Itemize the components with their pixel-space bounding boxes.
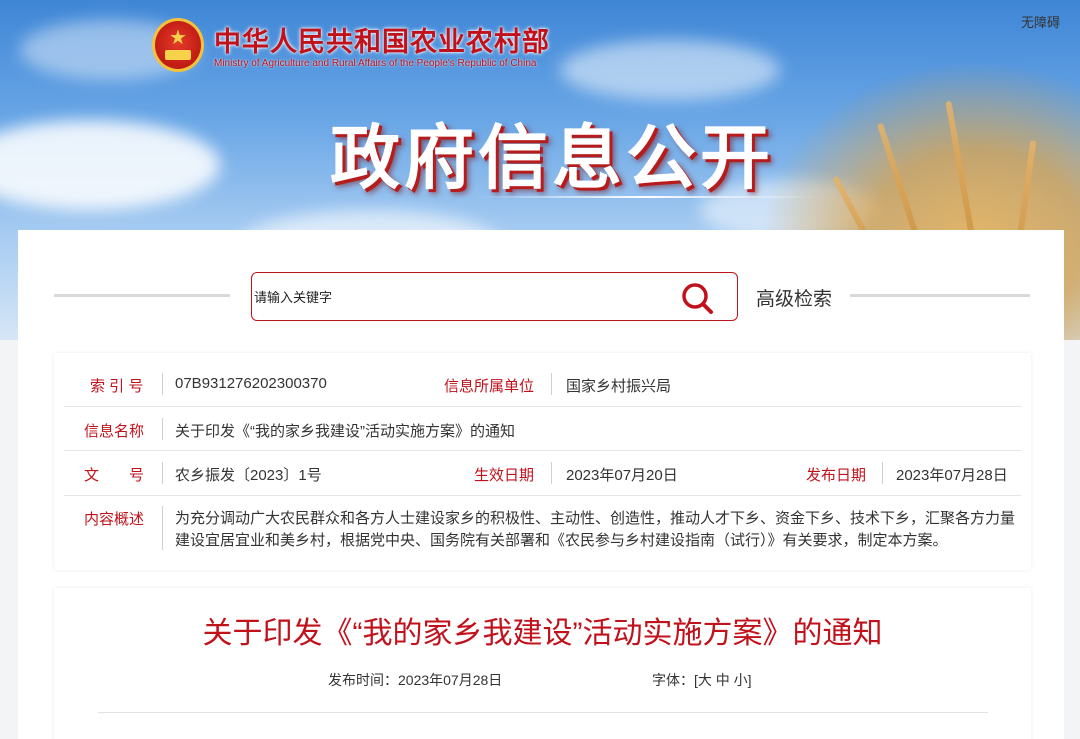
font-size-medium-button[interactable]: 中 [716, 672, 730, 688]
row-separator [64, 495, 1021, 496]
ministry-name-en[interactable]: Ministry of Agriculture and Rural Affair… [214, 58, 536, 69]
name-label: 信息名称 [84, 423, 145, 440]
article-divider [98, 712, 988, 713]
search-input[interactable] [254, 285, 654, 309]
font-size-large-button[interactable]: 大 [698, 672, 712, 688]
national-emblem-icon: ★ [152, 18, 204, 72]
column-divider [162, 462, 163, 484]
info-table: 索 引 号 07B931276202300370 信息所属单位 国家乡村振兴局 … [54, 353, 1031, 570]
column-divider [162, 373, 163, 395]
publish-time: 发布时间：2023年07月28日 [328, 670, 502, 690]
summary-value: 为充分调动广大农民群众和各方人士建设家乡的积极性、主动性、创造性，推动人才下乡、… [175, 510, 1016, 549]
publish-time-value: 2023年07月28日 [398, 672, 503, 688]
search-icon[interactable] [680, 281, 714, 315]
row-separator [64, 450, 1021, 451]
index-value: 07B931276202300370 [175, 375, 327, 392]
row-separator [64, 406, 1021, 407]
cloud-decoration [0, 120, 220, 210]
name-value: 关于印发《“我的家乡我建设”活动实施方案》的通知 [175, 423, 515, 440]
publish-time-label: 发布时间： [328, 672, 398, 688]
font-size-small-button[interactable]: 小 [734, 672, 748, 688]
doc-number-value: 农乡振发〔2023〕1号 [175, 467, 322, 484]
accessibility-link[interactable]: 无障碍 [1021, 12, 1060, 31]
font-size-label: 字体： [652, 672, 694, 688]
column-divider [551, 462, 552, 484]
article-title: 关于印发《“我的家乡我建设”活动实施方案》的通知 [202, 617, 883, 650]
search-divider-left [54, 294, 230, 297]
hero-title: 政府信息公开 [330, 117, 774, 199]
search-divider-right [850, 294, 1030, 297]
ministry-name-cn[interactable]: 中华人民共和国农业农村部 [214, 20, 550, 59]
font-size-bracket-close: ] [747, 672, 752, 688]
column-divider [551, 373, 552, 395]
search-box [251, 272, 738, 321]
effective-date-label: 生效日期 [474, 467, 535, 484]
summary-label: 内容概述 [84, 511, 145, 528]
effective-date-value: 2023年07月20日 [566, 467, 678, 484]
advanced-search-link[interactable]: 高级检索 [756, 284, 832, 311]
index-label: 索 引 号 [90, 378, 144, 395]
publish-date-value: 2023年07月28日 [896, 467, 1008, 484]
column-divider [882, 462, 883, 484]
cloud-decoration [560, 40, 780, 100]
article-panel: 关于印发《“我的家乡我建设”活动实施方案》的通知 发布时间：2023年07月28… [54, 588, 1031, 739]
unit-value: 国家乡村振兴局 [566, 378, 672, 395]
hero-divider [474, 196, 818, 198]
unit-label: 信息所属单位 [444, 378, 535, 395]
publish-date-label: 发布日期 [806, 467, 867, 484]
column-divider [162, 506, 163, 550]
column-divider [162, 418, 163, 440]
search-bar: 高级检索 [18, 272, 1064, 321]
doc-number-label: 文 号 [84, 467, 145, 484]
font-size-switcher: 字体：[大 中 小] [652, 670, 752, 690]
